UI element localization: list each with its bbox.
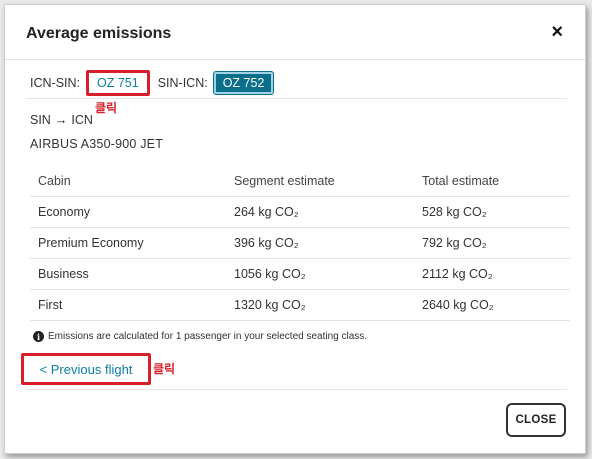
segment-estimate-cell: 396 kg CO₂ (226, 227, 414, 259)
inbound-route-label: SIN-ICN: (157, 76, 208, 90)
column-header-cabin: Cabin (30, 166, 226, 197)
table-header-row: Cabin Segment estimate Total estimate (30, 166, 570, 197)
cabin-cell: Premium Economy (30, 227, 226, 259)
segment-estimate-cell: 1056 kg CO₂ (226, 258, 414, 290)
emissions-table: Cabin Segment estimate Total estimate Ec… (30, 166, 570, 321)
cabin-cell: Economy (30, 196, 226, 228)
cabin-cell: Business (30, 258, 226, 290)
aircraft-type: AIRBUS A350-900 JET (30, 137, 164, 151)
flight-selector: ICN-SIN: OZ 751 SIN-ICN: OZ 752 (30, 70, 281, 96)
previous-flight-highlight: < Previous flight (21, 353, 151, 385)
segment-estimate-cell: 264 kg CO₂ (226, 196, 414, 228)
table-row: Premium Economy 396 kg CO₂ 792 kg CO₂ (30, 227, 570, 259)
total-estimate-cell: 528 kg CO₂ (414, 196, 570, 228)
dialog-header: Average emissions × (5, 5, 585, 60)
destination-code: ICN (71, 113, 93, 127)
table-row: Economy 264 kg CO₂ 528 kg CO₂ (30, 196, 570, 228)
cabin-cell: First (30, 289, 226, 321)
divider (26, 389, 567, 390)
table-row: Business 1056 kg CO₂ 2112 kg CO₂ (30, 258, 570, 290)
route-direction: SIN → ICN (30, 113, 93, 127)
previous-flight-link[interactable]: < Previous flight (40, 362, 133, 377)
flight-link-oz752[interactable]: OZ 752 (212, 71, 275, 95)
segment-estimate-cell: 1320 kg CO₂ (226, 289, 414, 321)
column-header-total: Total estimate (414, 166, 570, 197)
click-annotation: 클릭 (95, 101, 118, 115)
note-text: Emissions are calculated for 1 passenger… (48, 331, 368, 342)
click-annotation: 클릭 (153, 362, 176, 376)
arrow-right-icon: → (54, 113, 68, 127)
info-icon: i (33, 331, 44, 342)
total-estimate-cell: 2112 kg CO₂ (414, 258, 570, 290)
flight-link-oz751[interactable]: OZ 751 (86, 70, 150, 96)
emissions-dialog: Average emissions × ICN-SIN: OZ 751 SIN-… (4, 4, 586, 454)
total-estimate-cell: 792 kg CO₂ (414, 227, 570, 259)
origin-code: SIN (30, 113, 51, 127)
dialog-title: Average emissions (26, 25, 172, 42)
close-icon[interactable]: × (551, 21, 563, 43)
emissions-note: i Emissions are calculated for 1 passeng… (33, 331, 367, 342)
column-header-segment: Segment estimate (226, 166, 414, 197)
total-estimate-cell: 2640 kg CO₂ (414, 289, 570, 321)
table-row: First 1320 kg CO₂ 2640 kg CO₂ (30, 289, 570, 321)
close-button[interactable]: CLOSE (506, 403, 566, 437)
outbound-route-label: ICN-SIN: (30, 76, 80, 90)
